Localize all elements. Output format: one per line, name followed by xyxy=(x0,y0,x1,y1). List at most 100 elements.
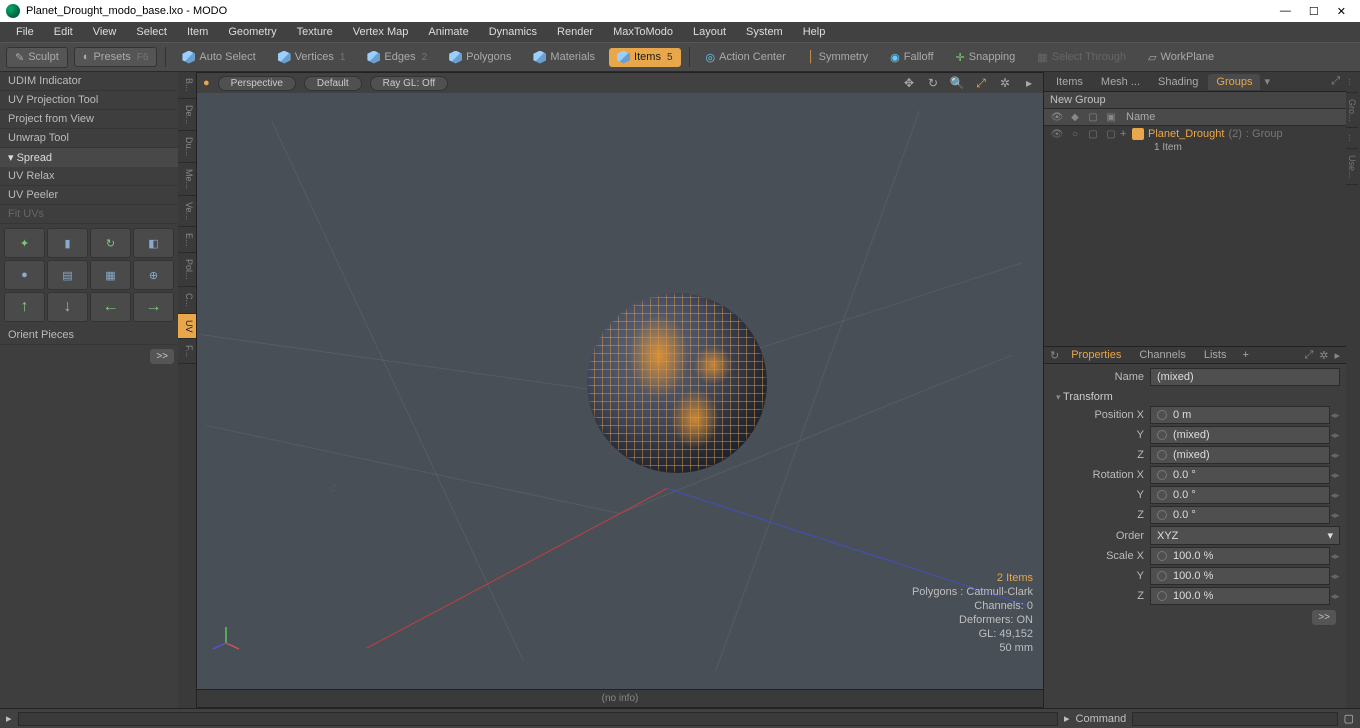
cmd-chevron-icon[interactable]: ▸ xyxy=(1064,712,1070,725)
tool-orient[interactable]: Orient Pieces xyxy=(0,326,178,345)
maximize-button[interactable]: ☐ xyxy=(1309,5,1319,18)
expand-props-icon[interactable]: ⤢ xyxy=(1302,349,1315,362)
tool-udim[interactable]: UDIM Indicator xyxy=(0,72,178,91)
lock-col-icon[interactable]: ◆ xyxy=(1066,112,1084,123)
menu-view[interactable]: View xyxy=(83,24,127,40)
autoselect-toggle[interactable]: Auto Select xyxy=(174,48,263,67)
menu-dynamics[interactable]: Dynamics xyxy=(479,24,547,40)
arrow-down[interactable]: ↓ xyxy=(47,292,88,322)
arrow-left[interactable]: ← xyxy=(90,292,131,322)
viewport-dot-icon[interactable]: ● xyxy=(203,77,210,89)
lefttab-6[interactable]: Pol... xyxy=(178,253,196,287)
field-rotz[interactable]: 0.0 ° xyxy=(1150,506,1330,524)
arrow-up[interactable]: ↑ xyxy=(4,292,45,322)
tab-properties[interactable]: Properties xyxy=(1063,348,1129,362)
rstrip-0[interactable]: ... xyxy=(1346,72,1358,93)
tab-channels[interactable]: Channels xyxy=(1131,348,1193,362)
expand-group-icon[interactable]: + xyxy=(1120,128,1132,140)
uvtool-7[interactable]: ▦ xyxy=(90,260,131,290)
mesh-planet[interactable] xyxy=(587,293,767,473)
field-posx[interactable]: 0 m xyxy=(1150,406,1330,424)
field-rotx[interactable]: 0.0 ° xyxy=(1150,466,1330,484)
row-sel-icon[interactable]: ▢ xyxy=(1102,129,1120,140)
tab-items[interactable]: Items xyxy=(1048,74,1091,90)
menu-geometry[interactable]: Geometry xyxy=(218,24,286,40)
sculpt-button[interactable]: ✎Sculpt xyxy=(6,47,68,68)
presets-button[interactable]: ◐PresetsF6 xyxy=(74,47,158,67)
rstrip-1[interactable]: Gro... xyxy=(1346,93,1358,129)
viewport-raygl[interactable]: Ray GL: Off xyxy=(370,76,449,91)
expand-panel-icon[interactable]: ⤢ xyxy=(1329,75,1342,88)
cmd-input-left[interactable] xyxy=(18,712,1058,726)
field-order[interactable]: XYZ▾ xyxy=(1150,526,1340,545)
cmd-exec-icon[interactable]: ▢ xyxy=(1344,712,1354,725)
command-input[interactable] xyxy=(1132,712,1337,726)
add-tab-button[interactable]: + xyxy=(1236,349,1254,361)
gear-icon[interactable]: ✲ xyxy=(997,75,1013,91)
select-col-icon[interactable]: ▣ xyxy=(1102,112,1120,123)
field-name[interactable]: (mixed) xyxy=(1150,368,1340,386)
menu-file[interactable]: File xyxy=(6,24,44,40)
more-props-button[interactable]: >> xyxy=(1312,610,1336,625)
lefttab-3[interactable]: Me... xyxy=(178,163,196,196)
rstrip-2[interactable]: ... xyxy=(1346,128,1358,149)
menu-help[interactable]: Help xyxy=(793,24,836,40)
viewport-mode[interactable]: Perspective xyxy=(218,76,296,91)
menu-render[interactable]: Render xyxy=(547,24,603,40)
row-solo-icon[interactable]: ▢ xyxy=(1084,129,1102,140)
more-props-icon[interactable]: ▸ xyxy=(1332,349,1342,362)
tool-uvprojection[interactable]: UV Projection Tool xyxy=(0,91,178,110)
zoom-icon[interactable]: 🔍 xyxy=(949,75,965,91)
menu-edit[interactable]: Edit xyxy=(44,24,83,40)
orbit-icon[interactable]: ↻ xyxy=(925,75,941,91)
more-tools-button[interactable]: >> xyxy=(150,349,174,364)
tool-uvrelax[interactable]: UV Relax xyxy=(0,167,178,186)
materials-mode[interactable]: Materials xyxy=(525,48,603,67)
polygons-mode[interactable]: Polygons xyxy=(441,48,519,67)
section-spread[interactable]: ▾ Spread xyxy=(0,148,178,167)
minimize-button[interactable]: — xyxy=(1280,5,1291,18)
tool-projectfromview[interactable]: Project from View xyxy=(0,110,178,129)
row-lock-icon[interactable]: ○ xyxy=(1066,129,1084,140)
tab-mesh[interactable]: Mesh ... xyxy=(1093,74,1148,90)
snapping-button[interactable]: ✛Snapping xyxy=(948,48,1024,67)
edges-mode[interactable]: Edges2 xyxy=(359,48,435,67)
lefttab-7[interactable]: C... xyxy=(178,287,196,314)
lefttab-2[interactable]: Du... xyxy=(178,131,196,163)
arrow-right[interactable]: → xyxy=(133,292,174,322)
workplane-button[interactable]: ▱WorkPlane xyxy=(1140,48,1222,67)
field-posy[interactable]: (mixed) xyxy=(1150,426,1330,444)
symmetry-button[interactable]: │Symmetry xyxy=(800,48,876,66)
section-transform[interactable]: Transform xyxy=(1050,388,1340,406)
close-button[interactable]: ✕ xyxy=(1337,5,1346,18)
chevron-down-icon[interactable]: ▾ xyxy=(1262,75,1272,88)
vertices-mode[interactable]: Vertices1 xyxy=(270,48,354,67)
field-scalez[interactable]: 100.0 % xyxy=(1150,587,1330,605)
tool-unwrap[interactable]: Unwrap Tool xyxy=(0,129,178,148)
viewport-3d[interactable]: -Z 2 Items Polygons : Catmull-Clark Chan… xyxy=(197,93,1043,689)
expand-icon[interactable]: ▸ xyxy=(1021,75,1037,91)
uvtool-2[interactable]: ▮ xyxy=(47,228,88,258)
maximize-icon[interactable]: ⤢ xyxy=(973,75,989,91)
menu-texture[interactable]: Texture xyxy=(287,24,343,40)
row-eye-icon[interactable]: 👁 xyxy=(1048,129,1066,140)
refresh-icon[interactable]: ↻ xyxy=(1048,349,1061,362)
solo-col-icon[interactable]: ▢ xyxy=(1084,112,1102,123)
falloff-button[interactable]: ◉Falloff xyxy=(882,48,941,67)
axis-widget-icon[interactable] xyxy=(211,623,241,653)
field-posz[interactable]: (mixed) xyxy=(1150,446,1330,464)
menu-select[interactable]: Select xyxy=(126,24,177,40)
group-row[interactable]: 👁 ○ ▢ ▢ + Planet_Drought (2) : Group xyxy=(1044,126,1346,142)
lefttab-0[interactable]: B... xyxy=(178,72,196,99)
tool-uvpeeler[interactable]: UV Peeler xyxy=(0,186,178,205)
field-scalex[interactable]: 100.0 % xyxy=(1150,547,1330,565)
tab-groups[interactable]: Groups xyxy=(1208,74,1260,90)
selectthrough-button[interactable]: ▦Select Through xyxy=(1029,48,1134,67)
eye-icon[interactable]: 👁 xyxy=(1048,112,1066,123)
menu-vertexmap[interactable]: Vertex Map xyxy=(343,24,419,40)
uvtool-6[interactable]: ▤ xyxy=(47,260,88,290)
items-mode[interactable]: Items5 xyxy=(609,48,680,67)
cmd-history-icon[interactable]: ▸ xyxy=(6,712,12,725)
group-list[interactable]: 👁 ○ ▢ ▢ + Planet_Drought (2) : Group 1 I… xyxy=(1044,126,1346,346)
field-scaley[interactable]: 100.0 % xyxy=(1150,567,1330,585)
